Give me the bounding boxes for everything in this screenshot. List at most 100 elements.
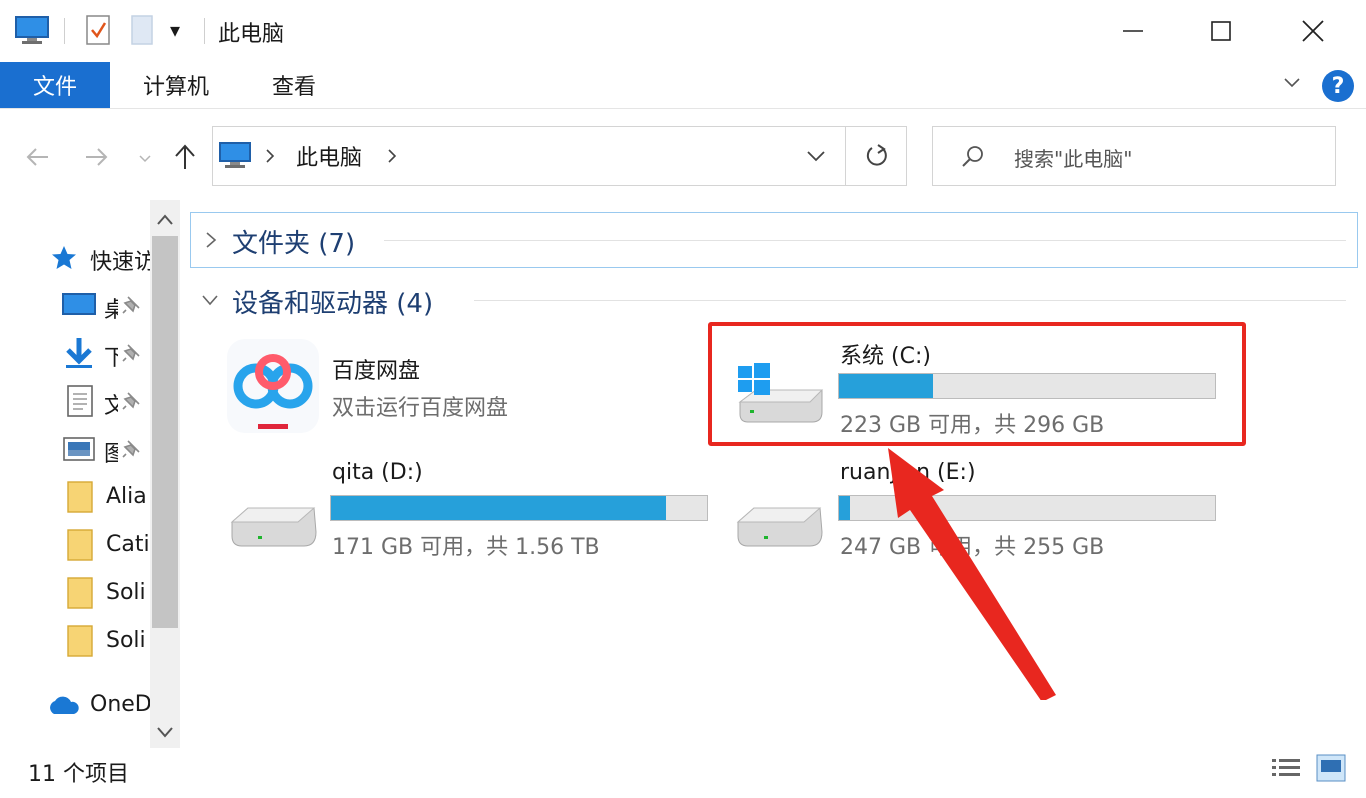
title-separator-2 (204, 18, 205, 44)
maximize-button[interactable] (1176, 8, 1266, 54)
refresh-button[interactable] (864, 142, 890, 174)
sidebar-label: Soli (106, 628, 146, 653)
star-icon (52, 246, 76, 269)
sidebar-label-quick-access: 快速访 (90, 250, 150, 275)
expand-chevron-icon[interactable] (204, 230, 218, 254)
folder-icon (67, 529, 93, 561)
folder-icon (67, 481, 93, 513)
breadcrumb-chevron-icon[interactable] (386, 148, 398, 168)
sidebar-label: 下 (104, 346, 118, 371)
maximize-icon (1211, 21, 1231, 41)
properties-icon[interactable] (84, 14, 112, 50)
desktop-icon (62, 293, 96, 315)
tab-view[interactable]: 查看 (252, 62, 336, 108)
pin-icon[interactable] (120, 438, 142, 464)
sidebar-scrollbar-thumb[interactable] (152, 236, 178, 628)
folder-icon (67, 577, 93, 609)
sidebar-label: 桌 (104, 298, 118, 323)
annotation-arrow-icon (888, 448, 1056, 700)
scroll-up-button[interactable] (156, 212, 174, 231)
sidebar-label: Cati (106, 532, 150, 557)
hard-drive-icon (230, 502, 320, 556)
document-icon (67, 385, 93, 417)
sidebar-item-quick-access[interactable] (50, 244, 78, 276)
hard-drive-icon (736, 502, 826, 556)
refresh-icon (866, 144, 887, 166)
expand-ribbon-button[interactable] (1282, 72, 1302, 96)
sidebar-item-folder[interactable] (66, 624, 94, 662)
back-button[interactable] (26, 146, 50, 172)
sidebar-item-desktop[interactable] (62, 290, 96, 322)
large-icons-view-button[interactable] (1316, 754, 1346, 786)
app-name: 百度网盘 (332, 359, 421, 384)
drive-space-d: 171 GB 可用，共 1.56 TB (332, 535, 600, 560)
sidebar-label-onedrive: OneD (90, 692, 150, 717)
details-view-icon (1272, 759, 1300, 776)
search-input[interactable] (932, 126, 1336, 186)
search-icon (960, 144, 986, 174)
minimize-button[interactable] (1088, 8, 1178, 54)
drive-usage-fill (331, 496, 666, 520)
sidebar-item-onedrive[interactable] (46, 694, 80, 722)
title-bar: ▾ 此电脑 (0, 0, 1366, 62)
tab-file[interactable]: 文件 (0, 62, 110, 108)
sidebar-label: Soli (106, 580, 146, 605)
sidebar-item-folder[interactable] (66, 576, 94, 614)
app-description: 双击运行百度网盘 (332, 396, 509, 421)
quick-access-dropdown-icon[interactable]: ▾ (170, 18, 180, 42)
recent-locations-button[interactable] (138, 150, 152, 169)
sidebar-label: Alia (106, 484, 147, 509)
chevron-down-icon (139, 155, 151, 163)
sidebar-item-folder[interactable] (66, 528, 94, 566)
up-arrow-icon (175, 144, 195, 169)
drive-name-d: qita (D:) (332, 460, 423, 485)
group-divider (384, 240, 1346, 241)
up-button[interactable] (174, 144, 196, 174)
group-divider (474, 300, 1346, 301)
help-button[interactable]: ? (1322, 70, 1354, 102)
new-folder-icon[interactable] (128, 14, 156, 50)
chevron-down-icon (1284, 78, 1300, 88)
tab-computer[interactable]: 计算机 (124, 62, 228, 108)
forward-button[interactable] (84, 146, 108, 172)
ribbon-tabs: 文件 计算机 查看 (0, 62, 1366, 109)
folder-icon (67, 625, 93, 657)
back-arrow-icon (26, 148, 48, 166)
search-placeholder: 搜索"此电脑" (1014, 147, 1133, 171)
chevron-down-icon (157, 727, 173, 738)
minimize-icon (1123, 30, 1143, 32)
drive-usage-fill (839, 496, 851, 520)
window-title: 此电脑 (218, 22, 285, 47)
status-item-count: 11 个项目 (28, 762, 129, 787)
sidebar-item-downloads[interactable] (62, 336, 96, 374)
computer-icon[interactable] (14, 14, 50, 50)
sidebar-label: 图 (104, 442, 118, 467)
annotation-highlight-box (708, 322, 1246, 446)
large-icons-view-icon (1316, 754, 1346, 782)
title-separator (64, 18, 65, 44)
close-icon (1302, 20, 1324, 42)
close-button[interactable] (1268, 8, 1358, 54)
scroll-down-button[interactable] (156, 724, 174, 743)
navigation-pane: 快速访 桌 下 文 图 Alia Cati Soli Soli OneD (0, 200, 150, 750)
sidebar-item-folder[interactable] (66, 480, 94, 518)
download-icon (66, 338, 92, 368)
breadcrumb-chevron-icon[interactable] (264, 148, 276, 168)
sidebar-item-documents[interactable] (66, 384, 94, 422)
details-view-button[interactable] (1270, 756, 1302, 786)
chevron-up-icon (157, 214, 173, 225)
picture-icon (63, 437, 95, 461)
cloud-icon (50, 696, 79, 714)
forward-arrow-icon (86, 148, 108, 166)
pin-icon[interactable] (120, 342, 142, 368)
pin-icon[interactable] (120, 390, 142, 416)
breadcrumb-this-pc[interactable]: 此电脑 (296, 140, 362, 172)
sidebar-item-pictures[interactable] (62, 436, 96, 466)
sidebar-label: 文 (104, 394, 118, 419)
pin-icon[interactable] (120, 294, 142, 320)
address-separator (845, 126, 846, 186)
chevron-down-icon (807, 151, 825, 162)
address-history-button[interactable] (806, 148, 826, 168)
computer-icon (218, 140, 252, 174)
collapse-chevron-icon[interactable] (200, 292, 220, 311)
